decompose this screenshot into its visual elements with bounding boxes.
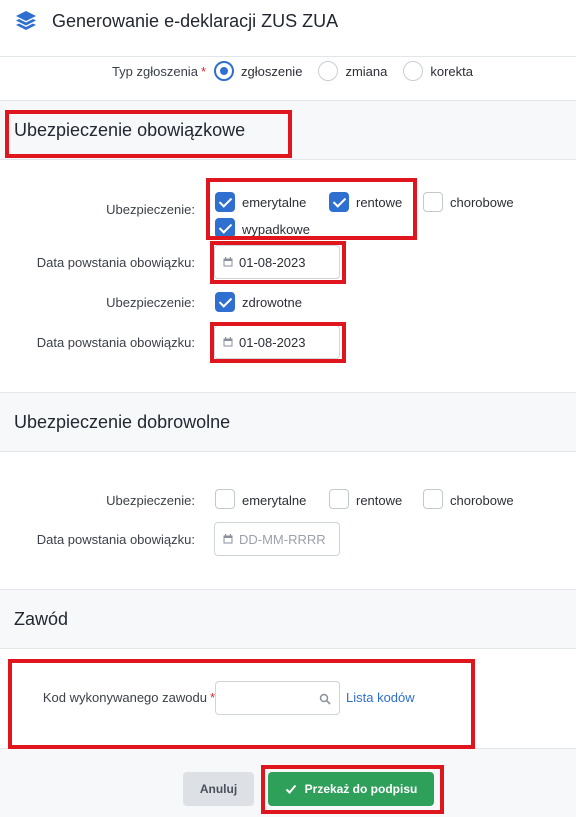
checkbox-zdrowotne-label[interactable]: zdrowotne bbox=[242, 295, 302, 310]
page-title: Generowanie e-deklaracji ZUS ZUA bbox=[52, 10, 339, 31]
submit-for-signature-button[interactable]: Przekaż do podpisu bbox=[268, 772, 434, 806]
calendar-icon bbox=[223, 337, 233, 347]
section-occupation-title: Zawód bbox=[0, 589, 576, 649]
checkbox-rentowe[interactable] bbox=[329, 192, 349, 212]
radio-zgloszenie-label[interactable]: zgłoszenie bbox=[241, 64, 302, 79]
occupation-code-list-link[interactable]: Lista kodów bbox=[346, 690, 415, 705]
checkbox-wypadkowe[interactable] bbox=[215, 218, 235, 238]
mandatory-date-value: 01-08-2023 bbox=[239, 254, 306, 270]
radio-zmiana[interactable] bbox=[318, 61, 339, 81]
health-date-field[interactable]: 01-08-2023 bbox=[214, 325, 340, 359]
checkbox-chorobowe-label[interactable]: chorobowe bbox=[450, 195, 514, 210]
mandatory-date-field[interactable]: 01-08-2023 bbox=[214, 245, 340, 279]
mandatory-date-label: Data powstania obowiązku: bbox=[36, 255, 195, 270]
header-divider bbox=[0, 56, 576, 57]
occupation-code-label: Kod wykonywanego zawodu * bbox=[42, 690, 215, 705]
submission-type-row: Typ zgłoszenia * zgłoszenie zmiana korekt… bbox=[0, 58, 576, 84]
voluntary-date-label: Data powstania obowiązku: bbox=[36, 532, 195, 547]
layers-icon bbox=[16, 11, 36, 30]
cancel-button[interactable]: Anuluj bbox=[183, 772, 254, 806]
voluntary-date-placeholder: DD-MM-RRRR bbox=[239, 531, 326, 547]
checkbox-zdrowotne[interactable] bbox=[215, 292, 235, 312]
radio-korekta-label[interactable]: korekta bbox=[430, 64, 473, 79]
voluntary-insurance-label: Ubezpieczenie: bbox=[106, 493, 195, 508]
health-date-label: Data powstania obowiązku: bbox=[36, 335, 195, 350]
submission-type-label: Typ zgłoszenia * bbox=[111, 63, 206, 79]
calendar-icon bbox=[223, 257, 233, 267]
checkbox-vol-emerytalne-label[interactable]: emerytalne bbox=[242, 493, 306, 508]
checkbox-vol-emerytalne[interactable] bbox=[215, 489, 235, 509]
check-icon bbox=[285, 784, 296, 794]
checkbox-vol-chorobowe-label[interactable]: chorobowe bbox=[450, 493, 514, 508]
calendar-icon bbox=[223, 534, 233, 544]
radio-zgloszenie[interactable] bbox=[214, 61, 234, 81]
dialog-header: Generowanie e-deklaracji ZUS ZUA bbox=[0, 0, 576, 42]
section-mandatory-insurance-title: Ubezpieczenie obowiązkowe bbox=[0, 100, 576, 160]
submission-type-radio-group: zgłoszenie zmiana korekta bbox=[214, 61, 489, 81]
checkbox-vol-rentowe[interactable] bbox=[329, 489, 349, 509]
radio-korekta[interactable] bbox=[403, 61, 424, 81]
search-icon bbox=[319, 693, 331, 705]
section-voluntary-insurance-title: Ubezpieczenie dobrowolne bbox=[0, 392, 576, 452]
checkbox-rentowe-label[interactable]: rentowe bbox=[356, 195, 402, 210]
radio-zmiana-label[interactable]: zmiana bbox=[345, 64, 387, 79]
health-insurance-label: Ubezpieczenie: bbox=[106, 295, 195, 310]
voluntary-date-field[interactable]: DD-MM-RRRR bbox=[214, 522, 340, 556]
checkbox-chorobowe[interactable] bbox=[423, 192, 443, 212]
mandatory-insurance-label: Ubezpieczenie: bbox=[106, 202, 195, 217]
submit-button-label: Przekaż do podpisu bbox=[304, 782, 418, 796]
checkbox-vol-rentowe-label[interactable]: rentowe bbox=[356, 493, 402, 508]
checkbox-vol-chorobowe[interactable] bbox=[423, 489, 443, 509]
checkbox-emerytalne-label[interactable]: emerytalne bbox=[242, 195, 306, 210]
health-date-value: 01-08-2023 bbox=[239, 334, 306, 350]
occupation-code-input[interactable] bbox=[215, 681, 340, 715]
checkbox-wypadkowe-label[interactable]: wypadkowe bbox=[242, 222, 310, 237]
checkbox-emerytalne[interactable] bbox=[215, 192, 235, 212]
